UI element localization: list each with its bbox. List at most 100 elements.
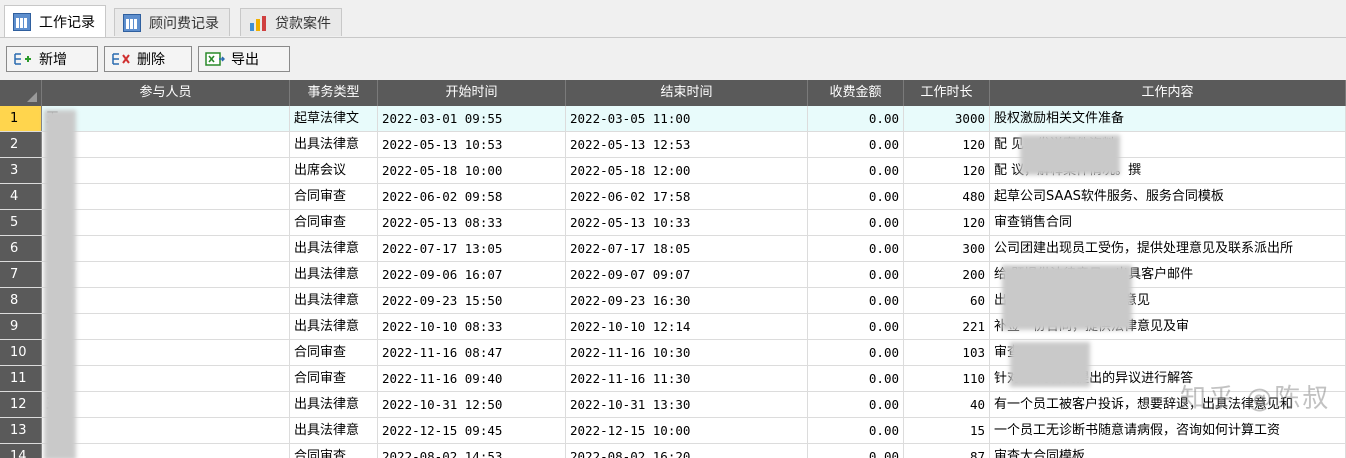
cell-participant[interactable] [42,132,290,157]
cell-end-time[interactable]: 2022-11-16 10:30 [566,340,808,365]
cell-duration[interactable]: 60 [904,288,990,313]
cell-end-time[interactable]: 2022-10-31 13:30 [566,392,808,417]
table-row[interactable]: 13 出具法律意 2022-12-15 09:45 2022-12-15 10:00 0… [0,418,1346,444]
cell-duration[interactable]: 3000 [904,106,990,131]
cell-duration[interactable]: 120 [904,132,990,157]
cell-start-time[interactable]: 2022-05-18 10:00 [378,158,566,183]
cell-participant[interactable] [42,210,290,235]
table-row[interactable]: 5 合同审查 2022-05-13 08:33 2022-05-13 10:33 0.0… [0,210,1346,236]
cell-end-time[interactable]: 2022-12-15 10:00 [566,418,808,443]
cell-content[interactable]: 一个员工无诊断书随意请病假，咨询如何计算工资 [990,418,1346,443]
cell-participant[interactable] [42,262,290,287]
cell-fee[interactable]: 0.00 [808,184,904,209]
cell-participant[interactable] [42,184,290,209]
cell-duration[interactable]: 300 [904,236,990,261]
cell-end-time[interactable]: 2022-05-13 12:53 [566,132,808,157]
cell-end-time[interactable]: 2022-05-13 10:33 [566,210,808,235]
cell-start-time[interactable]: 2022-03-01 09:55 [378,106,566,131]
cell-start-time[interactable]: 2022-11-16 08:47 [378,340,566,365]
table-row[interactable]: 9 出具法律意 2022-10-10 08:33 2022-10-10 12:14 0.… [0,314,1346,340]
cell-duration[interactable]: 480 [904,184,990,209]
table-row[interactable]: 6 出具法律意 2022-07-17 13:05 2022-07-17 18:05 0.… [0,236,1346,262]
cell-type[interactable]: 合同审查 [290,184,378,209]
row-number[interactable]: 4 [0,184,42,209]
cell-start-time[interactable]: 2022-05-13 08:33 [378,210,566,235]
cell-duration[interactable]: 103 [904,340,990,365]
cell-type[interactable]: 出具法律意 [290,418,378,443]
row-number[interactable]: 14 [0,444,42,458]
cell-participant[interactable]: 王 [42,392,290,417]
cell-end-time[interactable]: 2022-06-02 17:58 [566,184,808,209]
cell-fee[interactable]: 0.00 [808,314,904,339]
cell-participant[interactable] [42,158,290,183]
column-header-start[interactable]: 开始时间 [378,80,566,106]
cell-participant[interactable] [42,314,290,339]
row-number[interactable]: 7 [0,262,42,287]
cell-participant[interactable] [42,418,290,443]
cell-fee[interactable]: 0.00 [808,418,904,443]
cell-type[interactable]: 合同审查 [290,366,378,391]
column-header-duration[interactable]: 工作时长 [904,80,990,106]
cell-content[interactable]: 审查大合同模板 [990,444,1346,458]
delete-button[interactable]: 删除 [104,46,192,72]
row-number[interactable]: 3 [0,158,42,183]
row-number[interactable]: 13 [0,418,42,443]
cell-end-time[interactable]: 2022-05-18 12:00 [566,158,808,183]
cell-type[interactable]: 出具法律意 [290,314,378,339]
cell-fee[interactable]: 0.00 [808,262,904,287]
cell-content[interactable]: 公司团建出现员工受伤，提供处理意见及联系派出所 [990,236,1346,261]
cell-participant[interactable] [42,340,290,365]
cell-duration[interactable]: 110 [904,366,990,391]
cell-fee[interactable]: 0.00 [808,158,904,183]
row-number[interactable]: 6 [0,236,42,261]
cell-end-time[interactable]: 2022-03-05 11:00 [566,106,808,131]
cell-content[interactable]: 起草公司SAAS软件服务、服务合同模板 [990,184,1346,209]
cell-duration[interactable]: 40 [904,392,990,417]
cell-start-time[interactable]: 2022-07-17 13:05 [378,236,566,261]
tab-work-records[interactable]: 工作记录 [4,5,106,38]
row-number[interactable]: 5 [0,210,42,235]
cell-type[interactable]: 出席会议 [290,158,378,183]
cell-start-time[interactable]: 2022-06-02 09:58 [378,184,566,209]
row-number[interactable]: 10 [0,340,42,365]
row-number[interactable]: 11 [0,366,42,391]
cell-duration[interactable]: 221 [904,314,990,339]
cell-duration[interactable]: 87 [904,444,990,458]
tab-consulting-fees[interactable]: 顾问费记录 [114,8,230,36]
table-row[interactable]: 4 合同审查 2022-06-02 09:58 2022-06-02 17:58 0.0… [0,184,1346,210]
cell-fee[interactable]: 0.00 [808,288,904,313]
column-header-type[interactable]: 事务类型 [290,80,378,106]
cell-end-time[interactable]: 2022-10-10 12:14 [566,314,808,339]
cell-start-time[interactable]: 2022-10-31 12:50 [378,392,566,417]
cell-start-time[interactable]: 2022-09-23 15:50 [378,288,566,313]
cell-type[interactable]: 出具法律意 [290,288,378,313]
cell-fee[interactable]: 0.00 [808,366,904,391]
cell-end-time[interactable]: 2022-08-02 16:20 [566,444,808,458]
cell-fee[interactable]: 0.00 [808,210,904,235]
cell-fee[interactable]: 0.00 [808,106,904,131]
cell-start-time[interactable]: 2022-08-02 14:53 [378,444,566,458]
cell-end-time[interactable]: 2022-11-16 11:30 [566,366,808,391]
cell-start-time[interactable]: 2022-11-16 09:40 [378,366,566,391]
cell-end-time[interactable]: 2022-07-17 18:05 [566,236,808,261]
cell-fee[interactable]: 0.00 [808,392,904,417]
table-row[interactable]: 8 出具法律意 2022-09-23 15:50 2022-09-23 16:30 0.… [0,288,1346,314]
column-header-fee[interactable]: 收费金额 [808,80,904,106]
row-number[interactable]: 2 [0,132,42,157]
table-row[interactable]: 7 出具法律意 2022-09-06 16:07 2022-09-07 09:07 0.… [0,262,1346,288]
cell-type[interactable]: 合同审查 [290,210,378,235]
cell-participant[interactable] [42,288,290,313]
cell-fee[interactable]: 0.00 [808,132,904,157]
column-header-end[interactable]: 结束时间 [566,80,808,106]
row-number[interactable]: 12 [0,392,42,417]
tab-loan-cases[interactable]: 贷款案件 [240,8,342,36]
column-header-participants[interactable]: 参与人员 [42,80,290,106]
table-row[interactable]: 10 合同审查 2022-11-16 08:47 2022-11-16 10:30 0.… [0,340,1346,366]
cell-content[interactable]: 股权激励相关文件准备 [990,106,1346,131]
cell-type[interactable]: 出具法律意 [290,262,378,287]
cell-participant[interactable] [42,444,290,458]
table-row[interactable]: 12王出具法律意2022-10-31 12:502022-10-31 13:30… [0,392,1346,418]
cell-participant[interactable] [42,366,290,391]
cell-end-time[interactable]: 2022-09-07 09:07 [566,262,808,287]
table-row[interactable]: 1王起草法律文2022-03-01 09:552022-03-05 11:000… [0,106,1346,132]
